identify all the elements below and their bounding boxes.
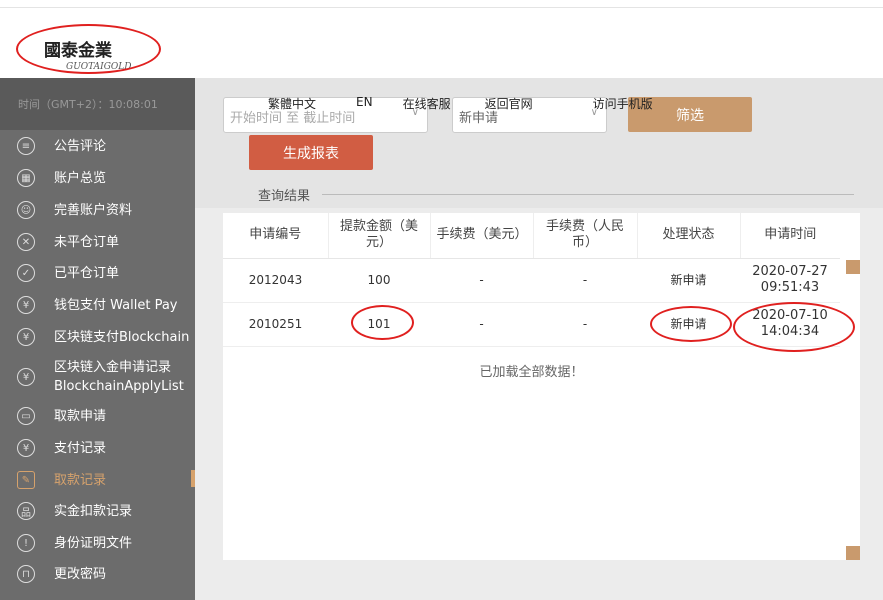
- table-cell: -: [533, 302, 637, 347]
- sidebar-item-label: 区块链支付Blockchain: [54, 329, 190, 345]
- yen-icon: ¥: [17, 368, 35, 386]
- sidebar-item[interactable]: ✎ 取款记录: [0, 469, 195, 491]
- sidebar-item[interactable]: 品 实金扣款记录: [0, 500, 195, 522]
- language-traditional-link[interactable]: 繁體中文: [268, 95, 316, 112]
- top-nav: 繁體中文 EN 在线客服 返回官网 访问手机版: [232, 95, 673, 112]
- column-header[interactable]: 处理状态: [636, 213, 740, 259]
- sidebar-item-label: 取款记录: [54, 472, 107, 488]
- sidebar-item-label: 实金扣款记录: [54, 503, 133, 519]
- scrollbar-thumb-bottom[interactable]: [846, 546, 860, 560]
- table-cell: 2010251: [223, 302, 328, 347]
- sidebar-item[interactable]: ¥ 区块链入金申请记录 BlockchainApplyList: [0, 357, 195, 397]
- lock-icon: ⊓: [17, 565, 35, 583]
- sidebar-item-label: 未平仓订单: [54, 234, 120, 250]
- generate-report-button[interactable]: 生成报表: [249, 135, 373, 170]
- table-row: 2012043 100- - 新申请 2020-07-27 09:51:43: [223, 258, 840, 303]
- table-cell: 新申请: [637, 258, 740, 303]
- sidebar-item-label: 完善账户资料: [54, 202, 133, 218]
- column-header[interactable]: 提款金额（美元）: [327, 213, 430, 259]
- order-open-icon: ✕: [17, 233, 35, 251]
- sidebar-item-label: 账户总览: [54, 170, 107, 186]
- table-cell: -: [533, 258, 637, 303]
- results-panel: 申请编号 提款金额（美元） 手续费（美元） 手续费（人民币） 处理状态 申请时间 2012…: [223, 213, 860, 560]
- divider: [322, 194, 854, 195]
- customer-service-link[interactable]: 在线客服: [403, 95, 451, 112]
- wallet-icon: ▭: [17, 407, 35, 425]
- date-placeholder: 开始时间 至 截止时间: [230, 111, 356, 126]
- alarm-icon: !: [17, 534, 35, 552]
- column-header[interactable]: 手续费（美元）: [429, 213, 533, 259]
- yen-icon: ¥: [17, 296, 35, 314]
- sidebar-item[interactable]: ✓ 已平仓订单: [0, 262, 195, 284]
- sidebar-item[interactable]: ¥ 区块链支付Blockchain: [0, 326, 195, 348]
- edit-icon: ✎: [17, 471, 35, 489]
- table-cell: -: [430, 302, 533, 347]
- yen-icon: ¥: [17, 328, 35, 346]
- table-cell: 100: [328, 258, 430, 303]
- language-en-link[interactable]: EN: [356, 95, 373, 112]
- all-loaded-text: 已加载全部数据！: [479, 365, 584, 380]
- profile-icon: ☺: [17, 201, 35, 219]
- column-header[interactable]: 手续费（人民币）: [532, 213, 637, 259]
- active-indicator: [191, 470, 195, 487]
- sidebar-item-label: 钱包支付 Wallet Pay: [54, 297, 178, 313]
- sidebar-item-label: 更改密码: [54, 566, 107, 582]
- annotation-circle-time: [733, 302, 855, 352]
- sidebar-item[interactable]: ¥ 支付记录: [0, 437, 195, 459]
- result-label: 查询结果: [258, 189, 311, 204]
- column-header[interactable]: 申请编号: [223, 213, 328, 259]
- sidebar-item[interactable]: ☺ 完善账户资料: [0, 199, 195, 221]
- sidebar-item[interactable]: ! 身份证明文件: [0, 532, 195, 554]
- sidebar-item[interactable]: ▭ 取款申请: [0, 405, 195, 427]
- yen-icon: ¥: [17, 439, 35, 457]
- annotation-circle-logo: [16, 24, 161, 74]
- grid-icon: ▦: [17, 169, 35, 187]
- table-cell: -: [430, 258, 533, 303]
- clock: 时间（GMT+2）：10:08:01: [18, 98, 158, 111]
- status-value: 新申请: [459, 111, 499, 126]
- sidebar-item-label: 公告评论: [54, 138, 107, 154]
- order-closed-icon: ✓: [17, 264, 35, 282]
- home-link[interactable]: 返回官网: [485, 95, 533, 112]
- sidebar-item-label: 取款申请: [54, 408, 107, 424]
- sidebar-item-label: 已平仓订单: [54, 265, 120, 281]
- sidebar-item[interactable]: ≡ 公告评论: [0, 135, 195, 157]
- sidebar-item[interactable]: ▦ 账户总览: [0, 167, 195, 189]
- blocks-icon: 品: [17, 502, 35, 520]
- annotation-circle-amount: [351, 305, 414, 340]
- browser-bookmark-strip: [0, 0, 883, 8]
- sidebar-item[interactable]: ⊓ 更改密码: [0, 563, 195, 585]
- column-header[interactable]: 申请时间: [739, 213, 840, 259]
- table-cell: 2020-07-27 09:51:43: [740, 258, 840, 303]
- sidebar-item-label: 身份证明文件: [54, 535, 133, 551]
- sidebar-item-label: 支付记录: [54, 440, 107, 456]
- table-cell: 2012043: [223, 258, 328, 303]
- sidebar-item[interactable]: ¥ 钱包支付 Wallet Pay: [0, 294, 195, 316]
- sidebar-item[interactable]: ✕ 未平仓订单: [0, 231, 195, 253]
- annotation-circle-status: [650, 306, 732, 342]
- announcement-icon: ≡: [17, 137, 35, 155]
- mobile-link[interactable]: 访问手机版: [593, 95, 653, 112]
- scrollbar-thumb[interactable]: [846, 260, 860, 274]
- sidebar-item-label: 区块链入金申请记录 BlockchainApplyList: [54, 360, 184, 394]
